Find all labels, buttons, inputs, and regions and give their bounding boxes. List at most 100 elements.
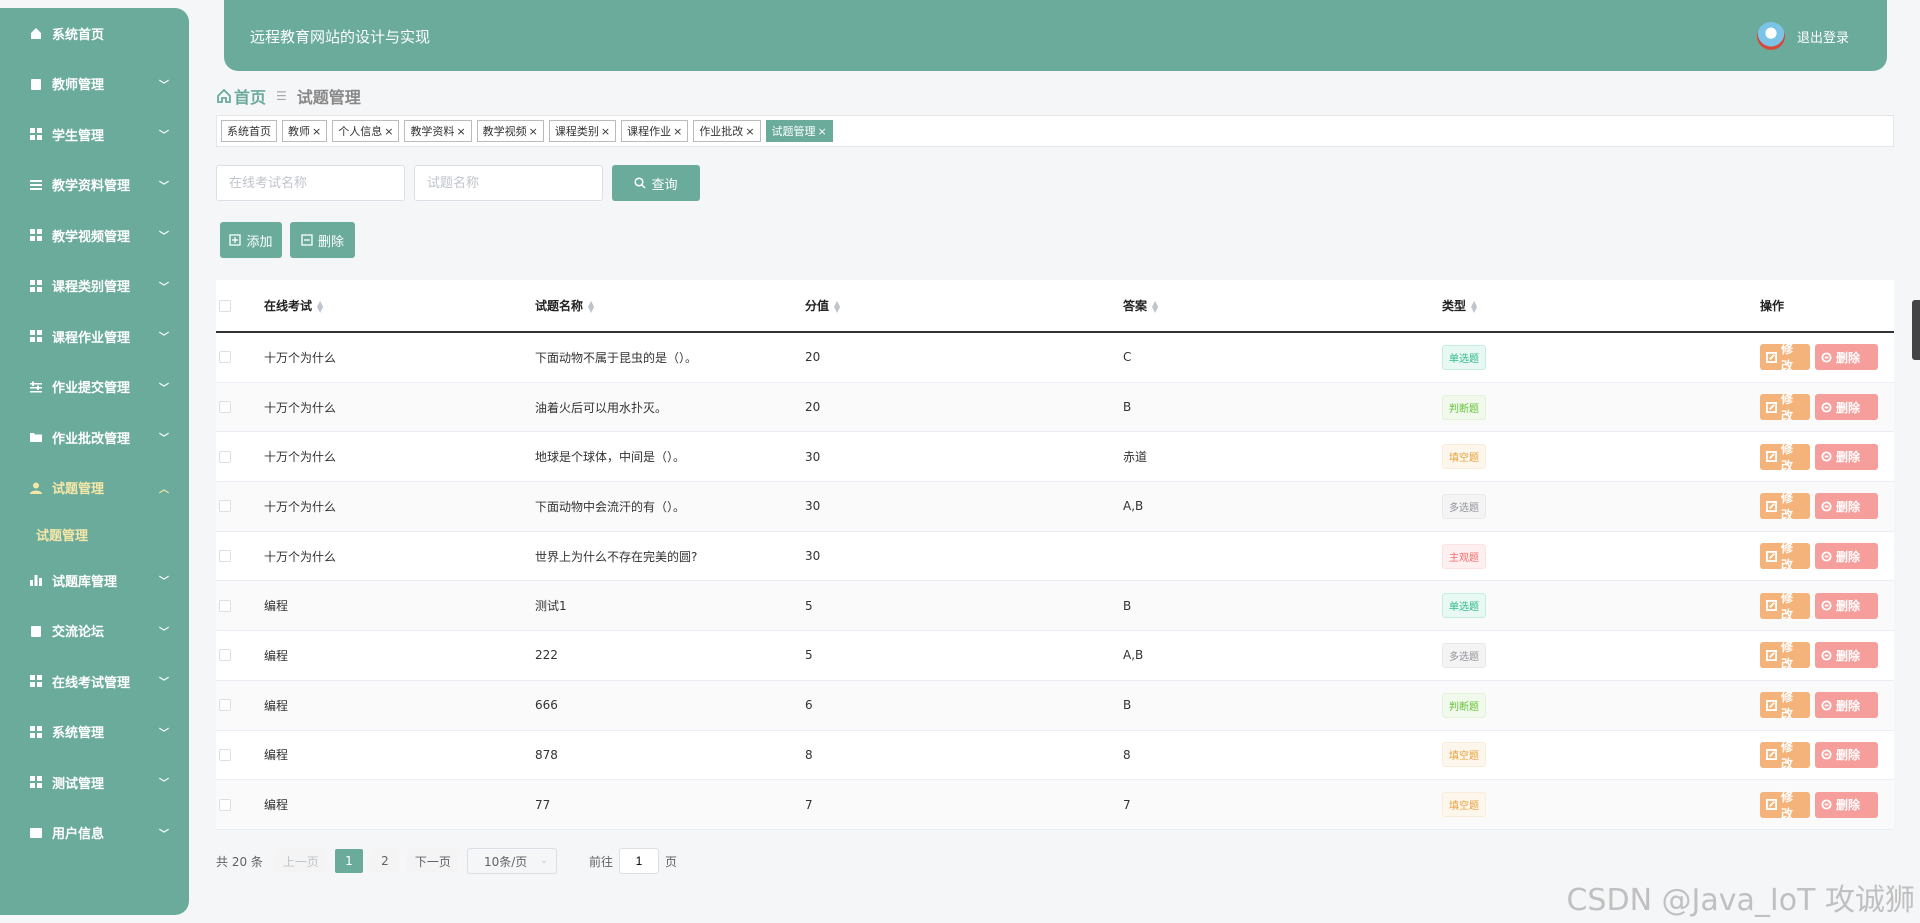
- breadcrumb-home[interactable]: 首页: [234, 84, 266, 108]
- row-checkbox[interactable]: [219, 748, 231, 761]
- table-row: 十万个为什么 地球是个球体，中间是（）。 30 赤道 填空题 修改 删除: [216, 432, 1894, 483]
- close-icon[interactable]: ×: [673, 125, 682, 138]
- chevron-up-icon: ︿: [159, 484, 169, 496]
- delete-button[interactable]: 删除: [1815, 344, 1878, 371]
- column-header-answer[interactable]: 答案 ▲ ▼: [1123, 297, 1442, 314]
- close-icon[interactable]: ×: [745, 125, 754, 138]
- edit-button[interactable]: 修改: [1760, 690, 1810, 721]
- delete-button[interactable]: 删除: [1815, 394, 1878, 421]
- edit-button[interactable]: 修改: [1760, 491, 1810, 522]
- cell-question: 测试1: [535, 599, 567, 614]
- goto-page-input[interactable]: [618, 848, 659, 874]
- scrollbar-handle[interactable]: [1912, 300, 1920, 360]
- tab-tag-5[interactable]: 课程类别 ×: [548, 120, 617, 142]
- tab-tag-2[interactable]: 个人信息 ×: [332, 120, 400, 142]
- sidebar-item-7[interactable]: 作业提交管理 ﹀: [0, 362, 189, 413]
- delete-button[interactable]: 删除: [1815, 741, 1878, 768]
- table-row: 编程 测试1 5 B 单选题 修改 删除: [216, 581, 1894, 632]
- sidebar-item-6[interactable]: 课程作业管理 ﹀: [0, 311, 189, 362]
- sort-icon[interactable]: ▲ ▼: [1152, 299, 1158, 313]
- row-checkbox[interactable]: [219, 599, 231, 612]
- tab-tag-8[interactable]: 试题管理 ×: [765, 120, 833, 142]
- sidebar-item-4[interactable]: 教学视频管理 ﹀: [0, 210, 189, 261]
- edit-button[interactable]: 修改: [1760, 342, 1810, 373]
- sidebar-item-9[interactable]: 试题管理 ︿: [0, 463, 189, 514]
- row-checkbox[interactable]: [219, 798, 231, 811]
- sort-icon[interactable]: ▲ ▼: [834, 299, 840, 313]
- row-checkbox[interactable]: [219, 401, 231, 414]
- sidebar-item-1[interactable]: 教师管理 ﹀: [0, 59, 189, 110]
- edit-button[interactable]: 修改: [1760, 591, 1810, 622]
- column-header-type[interactable]: 类型 ▲ ▼: [1442, 297, 1760, 314]
- close-icon[interactable]: ×: [384, 125, 393, 138]
- row-checkbox[interactable]: [219, 699, 231, 712]
- sidebar-item-5[interactable]: 课程类别管理 ﹀: [0, 261, 189, 312]
- sidebar-item-11[interactable]: 交流论坛 ﹀: [0, 606, 189, 657]
- delete-button[interactable]: 删除: [1815, 443, 1878, 470]
- column-header-exam[interactable]: 在线考试 ▲ ▼: [264, 297, 535, 314]
- sort-icon[interactable]: ▲ ▼: [1471, 299, 1477, 313]
- edit-button[interactable]: 修改: [1760, 640, 1810, 671]
- delete-button[interactable]: 删除: [1815, 592, 1878, 619]
- delete-button[interactable]: 删除: [1815, 493, 1878, 520]
- logout-label: 退出登录: [1796, 30, 1849, 46]
- sidebar-subitem-question-management[interactable]: 试题管理: [0, 513, 189, 555]
- prev-page-button[interactable]: 上一页: [274, 849, 327, 873]
- query-button[interactable]: 查询: [612, 165, 700, 201]
- cell-question: 222: [535, 648, 558, 663]
- sidebar-item-13[interactable]: 系统管理 ﹀: [0, 707, 189, 758]
- tab-tag-4[interactable]: 教学视频 ×: [476, 120, 544, 142]
- sidebar-item-14[interactable]: 测试管理 ﹀: [0, 757, 189, 808]
- sidebar-item-15[interactable]: 用户信息 ﹀: [0, 808, 189, 859]
- sidebar-item-0[interactable]: 系统首页: [0, 8, 189, 59]
- tab-tag-7[interactable]: 作业批改 ×: [693, 120, 761, 142]
- add-button[interactable]: 添加: [220, 222, 282, 258]
- edit-button[interactable]: 修改: [1760, 740, 1810, 771]
- column-header-score[interactable]: 分值 ▲ ▼: [805, 297, 1123, 314]
- sidebar-item-3[interactable]: 教学资料管理 ﹀: [0, 160, 189, 211]
- delete-button[interactable]: 删除: [1815, 543, 1878, 570]
- row-checkbox[interactable]: [219, 450, 231, 463]
- close-icon[interactable]: ×: [818, 125, 827, 138]
- sidebar-item-8[interactable]: 作业批改管理 ﹀: [0, 412, 189, 463]
- close-icon[interactable]: ×: [601, 125, 610, 138]
- edit-button[interactable]: 修改: [1760, 541, 1810, 572]
- delete-button[interactable]: 删除: [1815, 791, 1878, 818]
- row-checkbox[interactable]: [219, 649, 231, 662]
- tab-tag-0[interactable]: 系统首页: [221, 120, 277, 142]
- delete-button[interactable]: 删除: [1815, 642, 1878, 669]
- edit-button[interactable]: 修改: [1760, 392, 1810, 423]
- tab-tag-1[interactable]: 教师 ×: [282, 120, 328, 142]
- column-header-question[interactable]: 试题名称 ▲ ▼: [535, 297, 805, 314]
- sidebar-item-2[interactable]: 学生管理 ﹀: [0, 109, 189, 160]
- edit-button[interactable]: 修改: [1760, 442, 1810, 473]
- page-2-button[interactable]: 2: [370, 849, 399, 873]
- clipboard-icon: [28, 76, 44, 92]
- sidebar-item-10[interactable]: 试题库管理 ﹀: [0, 555, 189, 606]
- tab-tag-6[interactable]: 课程作业 ×: [621, 120, 689, 142]
- batch-delete-button[interactable]: 删除: [290, 222, 355, 258]
- delete-button[interactable]: 删除: [1815, 692, 1878, 719]
- sort-icon[interactable]: ▲ ▼: [317, 299, 323, 313]
- sidebar-item-12[interactable]: 在线考试管理 ﹀: [0, 656, 189, 707]
- edit-button[interactable]: 修改: [1760, 790, 1810, 821]
- exam-name-search-input[interactable]: [216, 165, 405, 201]
- close-icon[interactable]: ×: [456, 125, 465, 138]
- logout-button[interactable]: 退出登录: [1756, 22, 1849, 50]
- close-icon[interactable]: ×: [529, 125, 538, 138]
- page-size-select[interactable]: 10条/页 ⌄: [466, 848, 557, 874]
- cell-question: 下面动物不属于昆虫的是（）。: [535, 350, 698, 365]
- page-1-button[interactable]: 1: [334, 849, 363, 873]
- row-checkbox[interactable]: [219, 351, 231, 364]
- tab-tag-3[interactable]: 教学资料 ×: [404, 120, 472, 142]
- close-icon[interactable]: ×: [312, 125, 321, 138]
- grid-icon: [28, 278, 44, 294]
- row-checkbox[interactable]: [219, 500, 231, 513]
- next-page-button[interactable]: 下一页: [406, 849, 459, 873]
- select-all-checkbox[interactable]: [219, 299, 231, 312]
- delete-icon: [1821, 700, 1836, 711]
- row-checkbox[interactable]: [219, 550, 231, 563]
- question-name-search-input[interactable]: [414, 165, 603, 201]
- sidebar-item-label: 测试管理: [52, 776, 105, 792]
- sort-icon[interactable]: ▲ ▼: [588, 299, 594, 313]
